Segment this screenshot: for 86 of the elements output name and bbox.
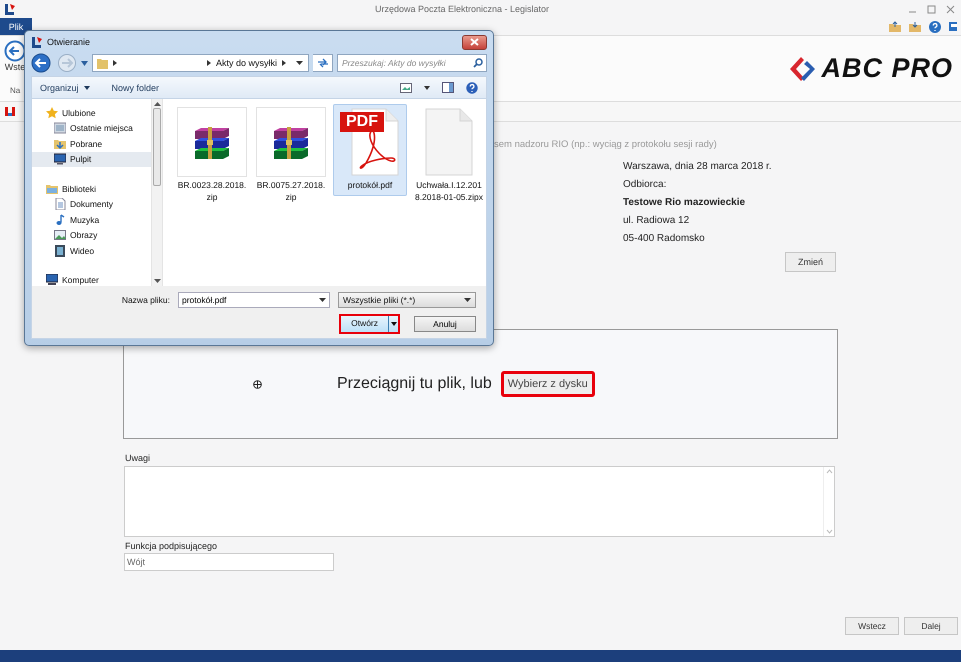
dropdown-icon[interactable]	[296, 61, 303, 65]
search-icon	[473, 58, 483, 68]
crosshair-icon	[253, 380, 262, 388]
music-note-icon	[54, 214, 66, 226]
scroll-thumb[interactable]	[153, 108, 161, 186]
nav-item[interactable]: Pulpit	[32, 152, 151, 167]
organize-menu[interactable]: Organizuj	[40, 82, 90, 92]
monitor-icon	[54, 153, 66, 166]
cancel-button[interactable]: Anuluj	[414, 316, 476, 332]
file-tab[interactable]: Plik	[0, 18, 32, 35]
date-text: Warszawa, dnia 28 marca 2018 r.	[623, 160, 773, 174]
history-icon[interactable]	[81, 60, 88, 66]
tab-icon[interactable]	[4, 106, 16, 117]
preview-pane-icon[interactable]	[442, 82, 454, 93]
file-item[interactable]: PDF protokół.pdf	[333, 104, 407, 196]
refresh-button[interactable]	[313, 54, 333, 72]
filename-label: Nazwa pliku:	[122, 295, 170, 305]
folder-icon	[46, 182, 58, 195]
folder-icon	[54, 138, 66, 150]
folder-icon[interactable]	[889, 21, 901, 32]
close-button[interactable]	[462, 34, 487, 50]
caret-icon	[464, 298, 471, 302]
path-segment[interactable]: Akty do wysyłki	[216, 58, 278, 68]
chevron-icon	[113, 60, 117, 66]
brand-logo: ABC PRO	[787, 53, 961, 84]
app-logo-icon	[31, 36, 43, 48]
choose-file-button[interactable]: Wybierz z dysku	[500, 371, 595, 397]
window-title: Urzędowa Poczta Elektroniczna - Legislator	[374, 4, 550, 14]
address-bar[interactable]: Akty do wysyłki	[92, 54, 309, 72]
drop-zone[interactable]: Przeciągnij tu plik, lub Wybierz z dysku	[123, 329, 838, 439]
document-icon	[54, 198, 66, 210]
address-line: 05-400 Radomsko	[623, 232, 706, 246]
screen-icon[interactable]	[949, 21, 957, 32]
address-line: ul. Radiowa 12	[623, 214, 690, 228]
close-icon	[470, 38, 479, 46]
window-icon	[54, 122, 66, 134]
nav-item[interactable]: Ostatnie miejsca	[32, 120, 151, 136]
nav-item[interactable]: Dokumenty	[32, 196, 151, 212]
recipient-label: Odbiorca:	[623, 178, 668, 192]
maximize-icon[interactable]	[927, 4, 936, 14]
folder-icon	[97, 57, 108, 69]
back-button[interactable]: Wstecz	[845, 617, 899, 635]
star-icon	[46, 106, 58, 119]
recipient-name: Testowe Rio mazowieckie	[623, 196, 746, 210]
chevron-icon	[207, 60, 211, 66]
view-icon[interactable]	[400, 82, 412, 92]
refresh-icon	[316, 58, 328, 68]
film-icon	[54, 244, 66, 257]
open-button[interactable]: Otwórz	[339, 314, 400, 334]
blank-file-icon	[424, 107, 474, 177]
scroll-down-icon[interactable]	[154, 279, 160, 284]
nav-item[interactable]: Pobrane	[32, 136, 151, 152]
search-field[interactable]: Przeszukaj: Akty do wysyłki	[337, 54, 487, 72]
ribbon-group-label: Na	[9, 86, 20, 95]
file-type-dropdown[interactable]: Wszystkie pliki (*.*)	[338, 292, 476, 308]
back-button[interactable]: Wste	[4, 40, 26, 72]
caret-icon	[390, 322, 396, 326]
dropdown-icon[interactable]	[319, 298, 326, 302]
hint-text: sem nadzoru RIO (np.: wyciąg z protokołu sesji rady)	[494, 139, 717, 150]
nav-item[interactable]: Obrazy	[32, 228, 151, 243]
nav-item[interactable]: Ulubione	[32, 105, 151, 120]
close-icon[interactable]	[946, 4, 955, 14]
dialog-title: Otwieranie	[47, 37, 92, 47]
dropdown-icon[interactable]	[424, 86, 430, 90]
notes-label: Uwagi	[125, 453, 152, 463]
signer-label: Funkcja podpisującego	[125, 541, 218, 551]
nav-item[interactable]: Biblioteki	[32, 181, 151, 196]
folder-icon[interactable]	[909, 21, 921, 32]
next-button[interactable]: Dalej	[904, 617, 958, 635]
image-icon	[54, 229, 66, 242]
help-icon[interactable]	[929, 20, 941, 32]
file-item[interactable]: Uchwała.I.12.2018.2018-01-05.zipx	[412, 104, 486, 208]
caret-icon	[84, 86, 90, 90]
help-icon[interactable]	[466, 82, 478, 94]
filename-field[interactable]: protokół.pdf	[178, 292, 330, 308]
nav-item[interactable]: Wideo	[32, 243, 151, 258]
back-icon[interactable]	[31, 53, 53, 73]
change-button[interactable]: Zmień	[784, 252, 836, 272]
monitor-icon	[46, 274, 58, 286]
chevron-icon	[282, 60, 286, 66]
signer-field[interactable]: Wójt	[124, 553, 334, 571]
nav-item[interactable]: Komputer	[32, 272, 151, 286]
app-logo-icon	[4, 2, 16, 16]
drop-text: Przeciągnij tu plik, lub	[337, 375, 492, 393]
new-folder-button[interactable]: Nowy folder	[112, 82, 160, 92]
nav-item[interactable]: Muzyka	[32, 212, 151, 228]
